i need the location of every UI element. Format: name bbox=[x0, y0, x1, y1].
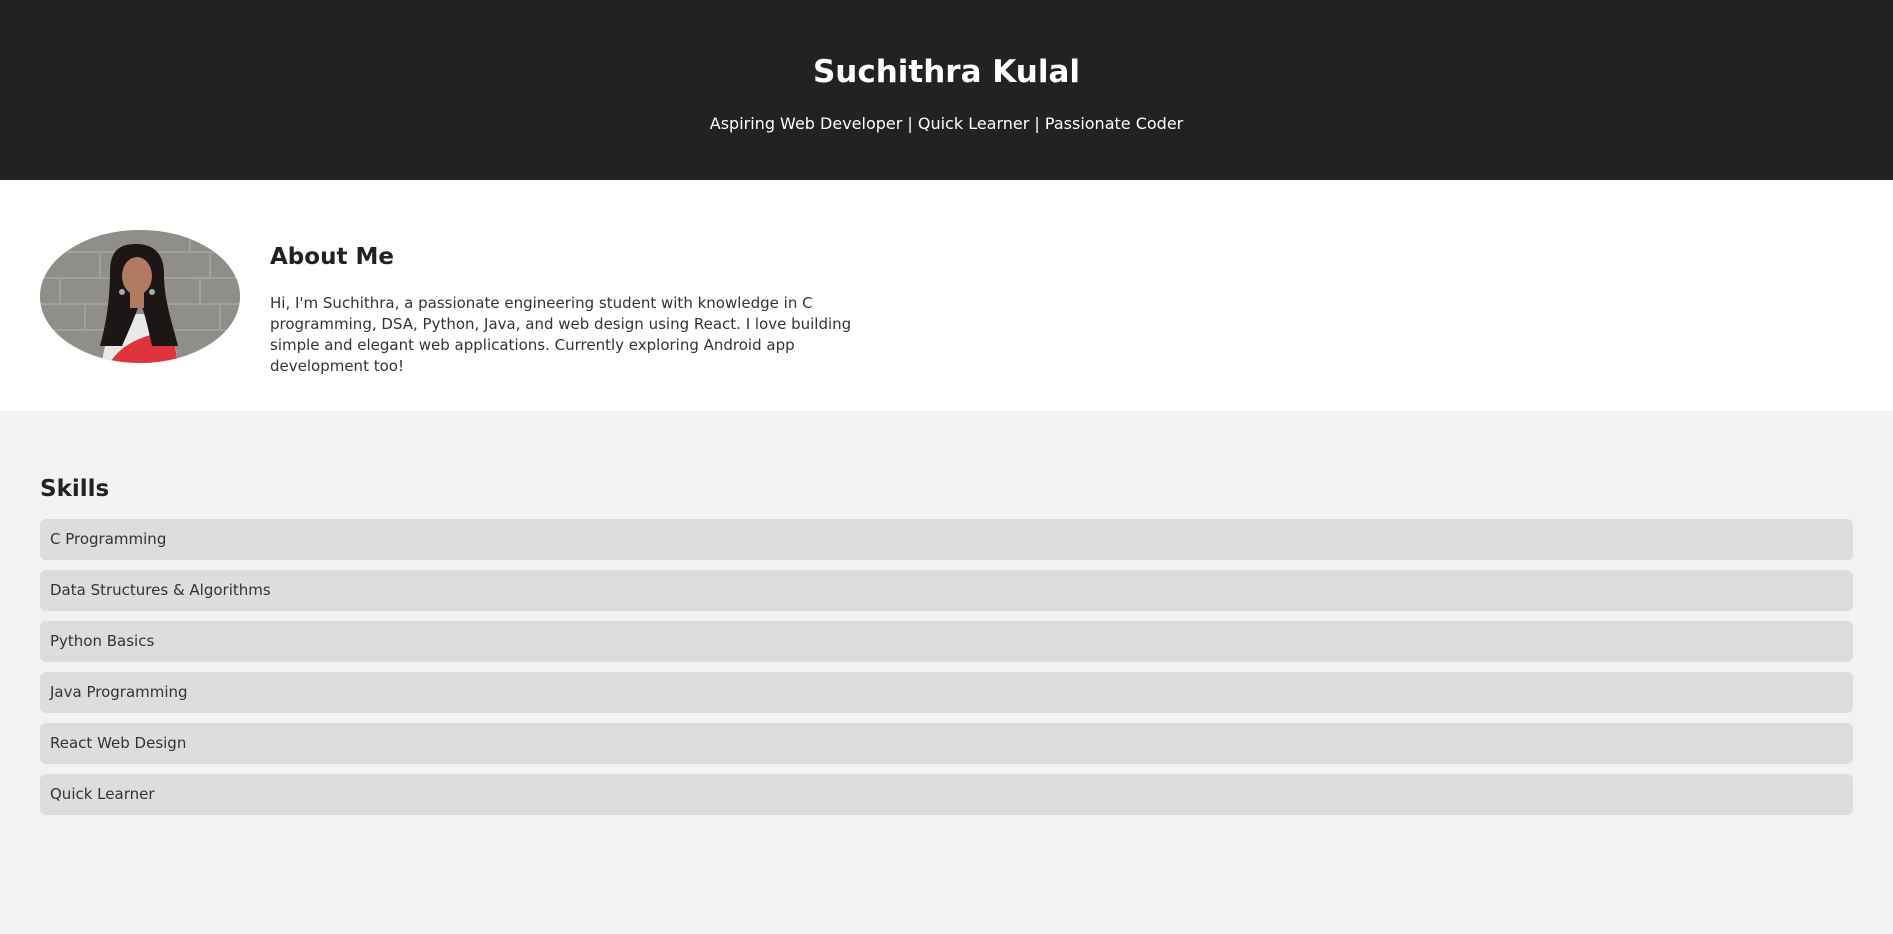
page-header: Suchithra Kulal Aspiring Web Developer |… bbox=[0, 0, 1893, 180]
about-bio: Hi, I'm Suchithra, a passionate engineer… bbox=[270, 294, 852, 375]
profile-tagline: Aspiring Web Developer | Quick Learner |… bbox=[709, 114, 1184, 133]
about-section: About Me Hi, I'm Suchithra, a passionate… bbox=[0, 180, 1893, 411]
skill-item: React Web Design bbox=[40, 723, 1853, 764]
skill-item: Data Structures & Algorithms bbox=[40, 570, 1853, 611]
skills-title: Skills bbox=[40, 476, 110, 502]
profile-name: Suchithra Kulal bbox=[812, 54, 1081, 90]
skill-item: Java Programming bbox=[40, 672, 1853, 713]
skills-list: C Programming Data Structures & Algorith… bbox=[40, 519, 1853, 815]
skills-section: Skills C Programming Data Structures & A… bbox=[0, 411, 1893, 934]
skill-item: Python Basics bbox=[40, 621, 1853, 662]
profile-photo bbox=[40, 230, 240, 363]
skill-item: C Programming bbox=[40, 519, 1853, 560]
skill-item: Quick Learner bbox=[40, 774, 1853, 815]
about-title: About Me bbox=[270, 244, 394, 270]
